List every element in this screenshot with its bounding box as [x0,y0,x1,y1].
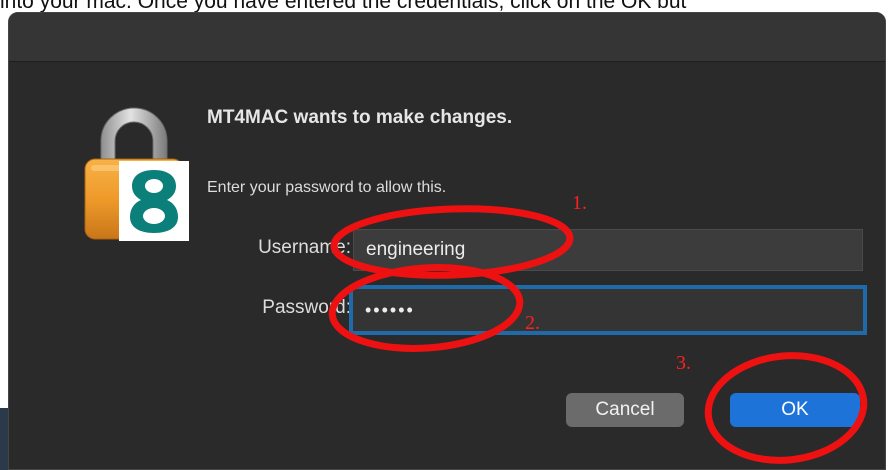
password-field[interactable]: •••••• [349,285,867,335]
dialog-heading: MT4MAC wants to make changes. [207,107,513,128]
annotation-step-2: 2. [525,312,540,334]
dialog-titlebar[interactable] [9,13,885,62]
username-field[interactable]: engineering [353,229,863,271]
annotation-step-3: 3. [676,352,691,374]
password-masked-value: •••••• [365,299,415,320]
username-label: Username: [258,237,351,258]
annotation-step-1: 1. [572,192,587,214]
dialog-instruction: Enter your password to allow this. [207,179,447,196]
cancel-button[interactable]: Cancel [566,393,684,427]
password-label: Password: [262,297,351,318]
ok-button[interactable]: OK [730,393,860,427]
username-value: engineering [366,239,466,260]
app-logo-8-icon [119,161,189,241]
screenshot-stage: into your mac. Once you have entered the… [0,0,889,470]
authentication-dialog: MT4MAC wants to make changes. Enter your… [8,12,886,470]
